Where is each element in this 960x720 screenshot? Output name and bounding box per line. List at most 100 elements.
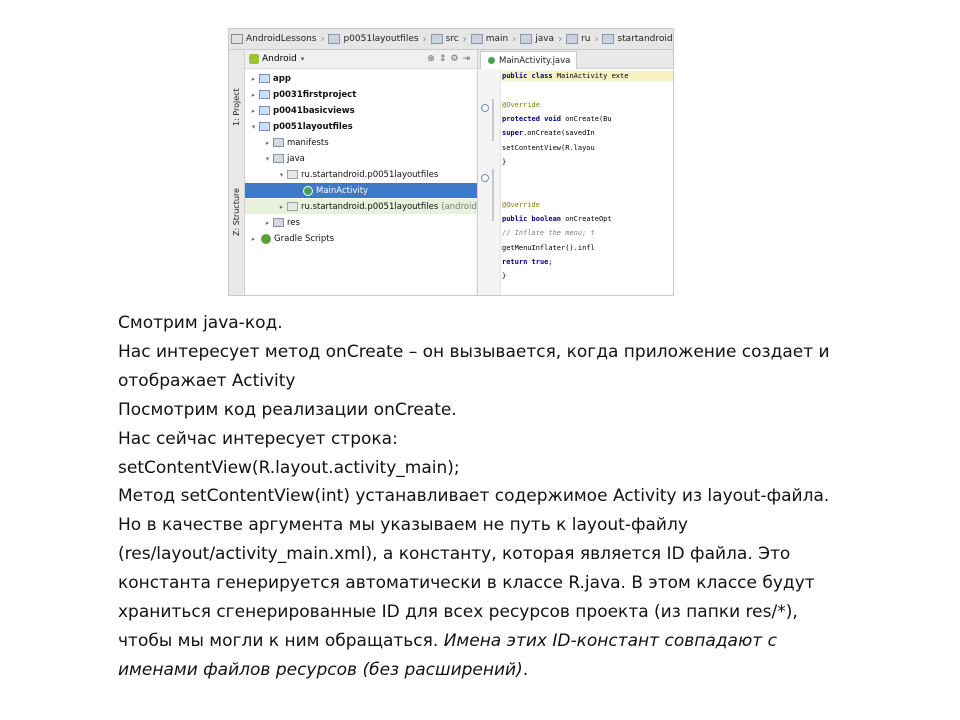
text-line: именами файлов ресурсов (без расширений)… (118, 656, 938, 685)
collapsed-arrow-icon[interactable]: ▸ (263, 219, 272, 227)
tree-item-label: ru.startandroid.p0051layoutfiles (301, 169, 439, 180)
expanded-arrow-icon[interactable]: ▾ (263, 155, 272, 163)
android-icon (249, 54, 259, 64)
collapsed-arrow-icon[interactable]: ▸ (249, 91, 258, 99)
tab-structure[interactable]: Z: Structure (229, 146, 244, 236)
chevron-right-icon: › (320, 33, 325, 45)
text-line: Посмотрим код реализации onCreate. (118, 399, 457, 420)
collapsed-arrow-icon[interactable]: ▸ (263, 139, 272, 147)
module-icon (259, 106, 270, 115)
chevron-right-icon: › (558, 33, 563, 45)
text-italic: Имена этих ID-констант совпадают с (443, 630, 777, 651)
folder-icon (430, 34, 443, 44)
chevron-right-icon: › (422, 33, 427, 45)
code-line: setContentView(R.layou (502, 143, 595, 152)
tree-item[interactable]: ▾ p0051layoutfiles (245, 119, 480, 134)
collapse-icon[interactable]: ⇕ (439, 54, 447, 64)
text-line: setContentView(R.layout.activity_main); (118, 457, 460, 478)
tree-item-label: p0051layoutfiles (273, 121, 353, 132)
code-line: @Override (502, 100, 540, 109)
tree-item-label: java (287, 153, 305, 164)
tree-item-label: res (287, 217, 300, 228)
text-line: Метод setContentView(int) устанавливает … (118, 486, 830, 507)
text-line: отображает Activity (118, 370, 296, 391)
collapsed-arrow-icon[interactable]: ▸ (249, 75, 258, 83)
text-line: Нас сейчас интересует строка: (118, 428, 398, 449)
code-area[interactable]: public class MainActivity exte @Override… (502, 69, 673, 295)
text-line: храниться сгенерированные ID для всех ре… (118, 602, 798, 623)
class-icon (487, 56, 496, 65)
breadcrumb: AndroidLessons › p0051layoutfiles › src … (229, 29, 673, 50)
module-icon (259, 90, 270, 99)
tree-item-label: Gradle Scripts (274, 233, 335, 244)
class-icon (303, 185, 313, 196)
override-marker-icon[interactable] (481, 174, 489, 182)
tree-item[interactable]: ▾ ru.startandroid.p0051layoutfiles (245, 167, 508, 182)
code-line: } (502, 157, 507, 166)
hide-icon[interactable]: ⇥ (462, 54, 470, 64)
breadcrumb-item-project[interactable]: AndroidLessons (229, 34, 318, 44)
tree-item[interactable]: ▾ java (245, 151, 494, 166)
collapsed-arrow-icon[interactable]: ▸ (249, 235, 258, 243)
code-line: getMenuInflater().infl (502, 243, 595, 252)
expanded-arrow-icon[interactable]: ▾ (249, 123, 258, 131)
project-panel: Android ▾ ⊕ ⇕ ⚙ ⇥ ▸ app ▸ p0031firstproject… (245, 50, 522, 295)
editor-tabs: MainActivity.java (478, 50, 673, 69)
tab-project[interactable]: 1: Project (229, 56, 244, 126)
text-italic: именами файлов ресурсов (без расширений) (118, 659, 523, 680)
breadcrumb-item-src[interactable]: src (429, 34, 461, 44)
tool-window-strip: 1: Project Z: Structure (229, 50, 245, 295)
override-marker-icon[interactable] (481, 104, 489, 112)
breadcrumb-item-ru[interactable]: ru (564, 34, 592, 44)
tree-item[interactable]: ▸ ru.startandroid.p0051layoutfiles (androi… (245, 199, 508, 214)
tree-item[interactable]: ▸ p0041basicviews (245, 103, 480, 118)
tree-item-label: manifests (287, 137, 329, 148)
breadcrumb-item-main[interactable]: main (469, 34, 511, 44)
tree-item-label: p0031firstproject (273, 89, 357, 100)
gradle-icon (261, 233, 271, 244)
tree-item[interactable]: ▸ res (245, 215, 494, 230)
text-line: (res/layout/activity_main.xml), а конста… (118, 544, 791, 565)
module-icon (259, 74, 270, 83)
code-editor: MainActivity.java public class MainActiv… (477, 50, 673, 295)
package-icon (602, 34, 615, 44)
tree-item[interactable]: ▸ Gradle Scripts (245, 231, 480, 246)
code-line: @Override (502, 200, 540, 209)
tree-item[interactable]: ▸ app (245, 71, 480, 86)
chevron-right-icon: › (512, 33, 517, 45)
tab-mainactivity[interactable]: MainActivity.java (480, 51, 578, 69)
ide-screenshot: AndroidLessons › p0051layoutfiles › src … (228, 28, 674, 296)
tree-item-label: p0041basicviews (273, 105, 355, 116)
chevron-right-icon: › (594, 33, 599, 45)
folder-icon (328, 34, 341, 44)
expanded-arrow-icon[interactable]: ▾ (277, 171, 286, 179)
tree-item-label: ru.startandroid.p0051layoutfiles (301, 201, 439, 212)
breadcrumb-item-java[interactable]: java (518, 34, 556, 44)
fold-bar (492, 169, 494, 221)
module-icon (259, 122, 270, 131)
tree-item[interactable]: ▸ p0031firstproject (245, 87, 480, 102)
slide-text: Смотрим java-код. Нас интересует метод o… (118, 309, 938, 685)
project-view-select[interactable]: Android ▾ (245, 51, 308, 67)
breadcrumb-item-module[interactable]: p0051layoutfiles (326, 34, 420, 44)
res-icon (273, 218, 284, 227)
collapsed-arrow-icon[interactable]: ▸ (277, 203, 286, 211)
editor-gutter (478, 69, 501, 295)
code-line: public class MainActivity exte (502, 71, 673, 81)
text-line: Нас интересует метод onCreate – он вызыв… (118, 341, 830, 362)
code-line: public boolean onCreateOpt (502, 215, 612, 223)
breadcrumb-item-startandroid[interactable]: startandroid (600, 34, 673, 44)
folder-icon (470, 34, 483, 44)
target-icon[interactable]: ⊕ (427, 54, 435, 64)
text-line: константа генерируется автоматически в к… (118, 573, 815, 594)
collapsed-arrow-icon[interactable]: ▸ (249, 107, 258, 115)
package-icon (287, 170, 298, 179)
gear-icon[interactable]: ⚙ (450, 54, 458, 64)
tree-item-label: MainActivity (316, 185, 369, 196)
tree-item[interactable]: ▸ manifests (245, 135, 494, 150)
chevron-down-icon: ▾ (300, 55, 305, 63)
fold-bar (492, 99, 494, 141)
text-normal: чтобы мы могли к ним обращаться. (118, 630, 444, 651)
